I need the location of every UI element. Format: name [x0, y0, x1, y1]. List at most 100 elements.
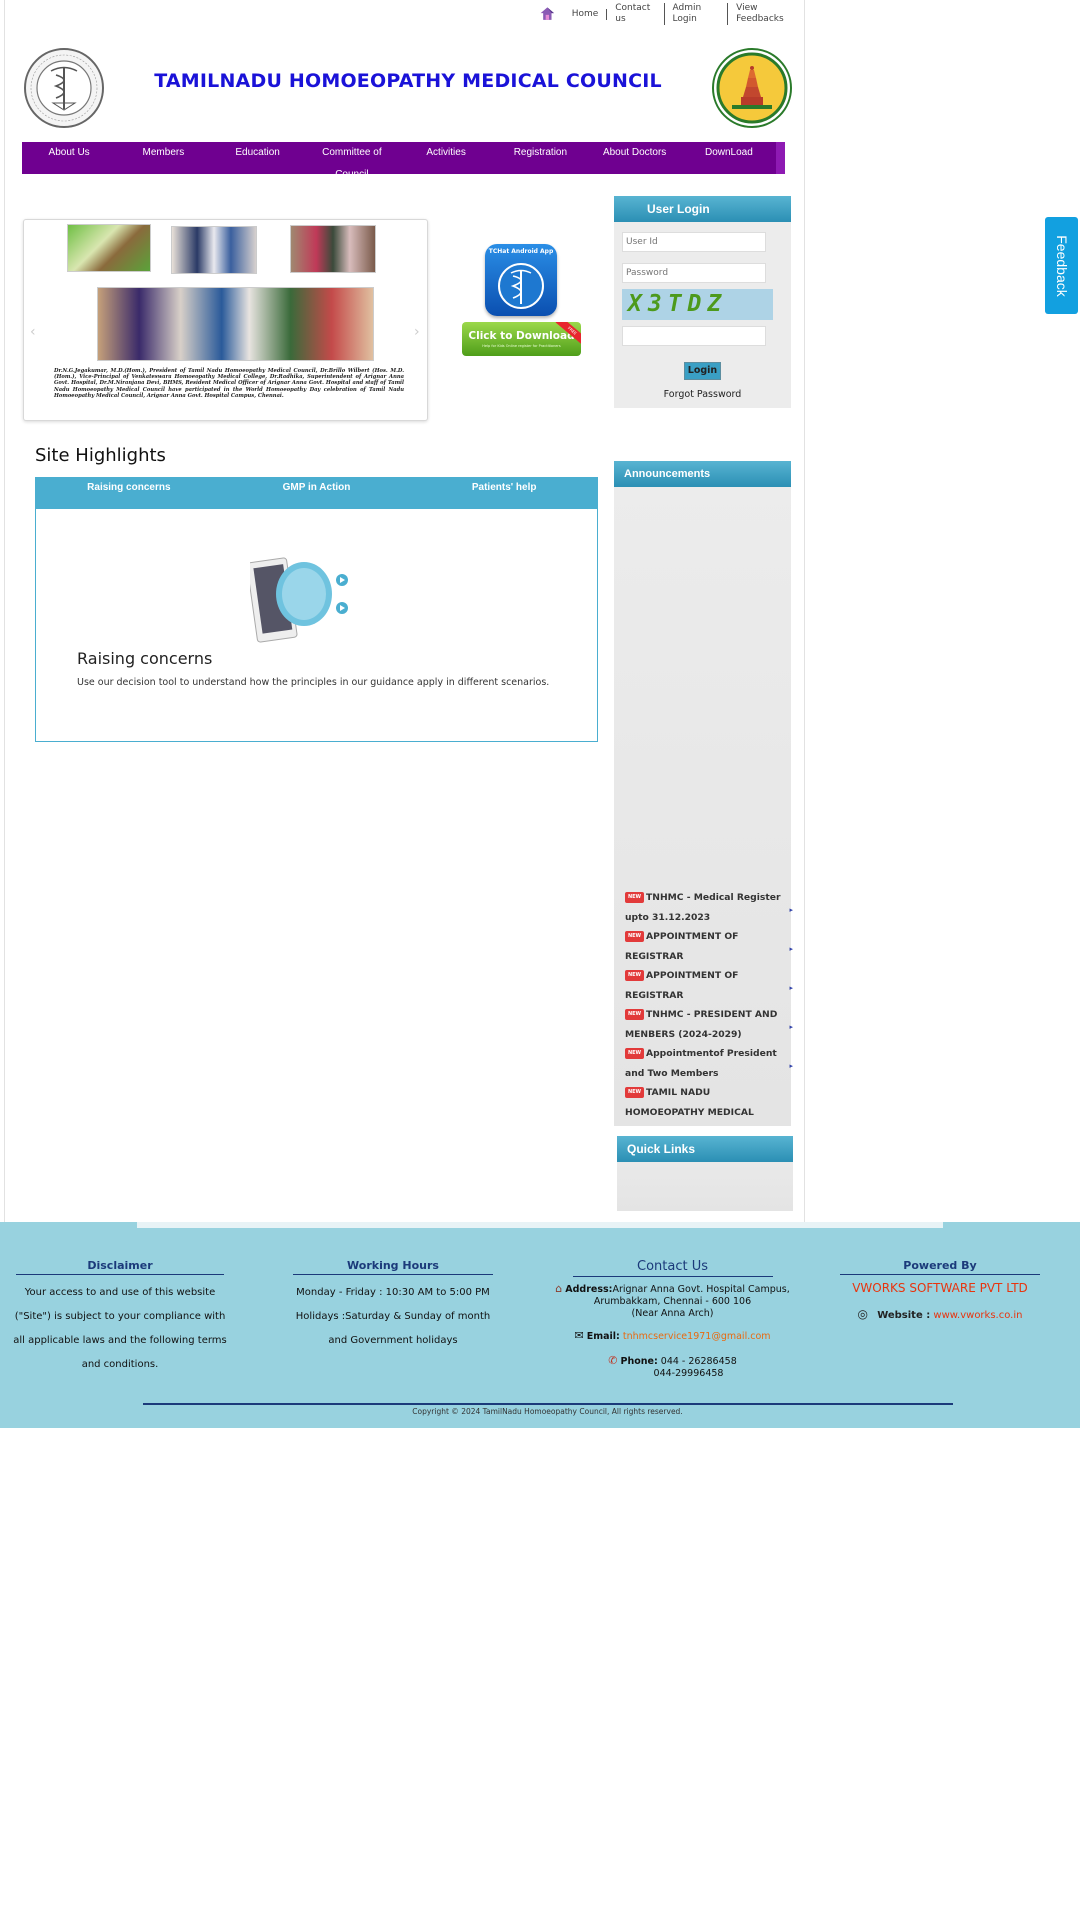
chevron-right-icon: ▸	[789, 984, 793, 992]
announcement-item[interactable]: NEW APPOINTMENT OF REGISTRAR ▸	[625, 927, 793, 966]
working-hours-title: Working Hours	[293, 1259, 493, 1275]
announcements-list: NEW TNHMC - Medical Register upto 31.12.2…	[625, 888, 793, 1122]
announcement-item[interactable]: NEW APPOINTMENT OF REGISTRAR ▸	[625, 966, 793, 1005]
quick-links-title: Quick Links	[617, 1136, 793, 1162]
footer-contact: Contact Us ⌂ Address:Arignar Anna Govt. …	[545, 1259, 800, 1380]
phone-number-1: 044 - 26286458	[660, 1356, 737, 1367]
email-label: Email:	[586, 1331, 620, 1342]
chevron-right-icon: ▸	[789, 1023, 793, 1031]
chevron-right-icon: ▸	[789, 945, 793, 953]
photo-slider[interactable]: ‹ › Dr.N.G.Jegakumar, M.D.(Hom.), Presid…	[23, 219, 428, 421]
main-nav: About Us Members Education Committee of …	[22, 142, 785, 180]
slider-next-arrow[interactable]: ›	[414, 324, 420, 340]
address-line1: Arignar Anna Govt. Hospital Campus,	[612, 1284, 790, 1295]
download-button-sublabel: Help for Kids Online register for Practi…	[482, 344, 561, 348]
tab-patients-help[interactable]: Patients' help	[410, 477, 598, 509]
home-link[interactable]: Home	[564, 8, 608, 20]
tab-gmp-in-action[interactable]: GMP in Action	[223, 477, 411, 509]
disclaimer-text: Your access to and use of this website (…	[13, 1287, 227, 1370]
phone-icon: ✆	[608, 1354, 618, 1367]
new-badge-icon: NEW	[625, 1087, 644, 1098]
copyright-text: Copyright © 2024 TamilNadu Homoeopathy C…	[412, 1407, 683, 1416]
announcement-text: TNHMC - Medical Register upto 31.12.2023	[625, 892, 781, 923]
new-badge-icon: NEW	[625, 892, 644, 903]
user-id-input[interactable]	[622, 232, 766, 252]
new-badge-icon: NEW	[625, 931, 644, 942]
site-highlights-title: Site Highlights	[35, 445, 166, 466]
new-badge-icon: NEW	[625, 1009, 644, 1020]
slider-caption: Dr.N.G.Jegakumar, M.D.(Hom.), President …	[54, 368, 404, 399]
tab-raising-concerns[interactable]: Raising concerns	[35, 477, 223, 509]
announcement-item[interactable]: NEW TAMIL NADU HOMOEOPATHY MEDICAL	[625, 1083, 785, 1122]
working-hours-weekday: Monday - Friday : 10:30 AM to 5:00 PM	[296, 1287, 490, 1298]
website-label: Website :	[877, 1310, 931, 1321]
footer-working-hours: Working Hours Monday - Friday : 10:30 AM…	[290, 1259, 496, 1353]
nav-members[interactable]: Members	[116, 142, 210, 174]
chevron-right-icon: ▸	[789, 1062, 793, 1070]
footer-powered-by: Powered By VWORKS SOFTWARE PVT LTD ◎ Web…	[840, 1259, 1040, 1321]
nav-education[interactable]: Education	[211, 142, 305, 174]
feedback-tab[interactable]: Feedback	[1045, 217, 1078, 314]
nav-committee[interactable]: Committee of Council	[305, 142, 399, 180]
site-highlights-content: Raising concerns Use our decision tool t…	[35, 509, 598, 742]
view-feedbacks-link[interactable]: View Feedbacks	[728, 3, 804, 25]
captcha-text: X3TDZ	[628, 291, 728, 317]
address-label: Address:	[565, 1284, 613, 1295]
email-link[interactable]: tnhmcservice1971@gmail.com	[623, 1331, 771, 1342]
announcement-text: TNHMC - PRESIDENT AND MENBERS (2024-2029…	[625, 1009, 778, 1040]
council-seal-logo	[24, 48, 104, 128]
announcements-title: Announcements	[614, 461, 791, 487]
slider-thumbnail[interactable]	[171, 226, 257, 274]
nav-registration[interactable]: Registration	[493, 142, 587, 174]
forgot-password-link[interactable]: Forgot Password	[614, 389, 791, 400]
footer: Disclaimer Your access to and use of thi…	[0, 1222, 1080, 1428]
login-panel-title: User Login	[614, 196, 791, 222]
login-button[interactable]: Login	[684, 362, 721, 380]
footer-disclaimer: Disclaimer Your access to and use of thi…	[10, 1259, 230, 1377]
home-icon[interactable]	[539, 4, 556, 24]
address-icon: ⌂	[555, 1282, 563, 1295]
slider-thumbnail[interactable]	[290, 225, 376, 273]
contact-title: Contact Us	[572, 1259, 773, 1277]
download-app-button[interactable]: Click to Download Help for Kids Online r…	[462, 322, 581, 356]
globe-icon: ◎	[857, 1307, 868, 1321]
announcement-item[interactable]: NEW TNHMC - PRESIDENT AND MENBERS (2024-2…	[625, 1005, 793, 1044]
password-input[interactable]	[622, 263, 766, 283]
powered-by-company: VWORKS SOFTWARE PVT LTD	[852, 1281, 1028, 1295]
email-row: ✉ Email: tnhmcservice1971@gmail.com	[545, 1330, 800, 1343]
announcement-text: TAMIL NADU HOMOEOPATHY MEDICAL	[625, 1087, 754, 1118]
nav-about-doctors[interactable]: About Doctors	[588, 142, 682, 174]
address-line3: (Near Anna Arch)	[631, 1308, 714, 1319]
highlight-description: Use our decision tool to understand how …	[77, 677, 550, 688]
admin-login-link[interactable]: Admin Login	[665, 3, 729, 25]
address-row: ⌂ Address:Arignar Anna Govt. Hospital Ca…	[545, 1283, 800, 1296]
slider-main-photo	[97, 287, 374, 361]
nav-activities[interactable]: Activities	[399, 142, 493, 174]
main-container: Home Contact us Admin Login View Feedbac…	[4, 0, 805, 1222]
address-line2: Arumbakkam, Chennai - 600 106	[593, 1296, 752, 1307]
captcha-image: X3TDZ	[622, 289, 773, 320]
nav-about-us[interactable]: About Us	[22, 142, 116, 174]
caduceus-icon	[498, 263, 544, 309]
site-title: TAMILNADU HOMOEOPATHY MEDICAL COUNCIL	[154, 70, 662, 92]
copyright-divider	[143, 1403, 953, 1405]
captcha-input[interactable]	[622, 326, 766, 346]
working-hours-holidays: Holidays :Saturday & Sunday of month and…	[295, 1311, 491, 1346]
announcement-item[interactable]: NEW TNHMC - Medical Register upto 31.12.2…	[625, 888, 793, 927]
announcement-item[interactable]: NEW Appointmentof President and Two Membe…	[625, 1044, 793, 1083]
quick-links-panel: Quick Links	[617, 1136, 793, 1211]
new-badge-icon: NEW	[625, 970, 644, 981]
slider-thumbnail[interactable]	[67, 224, 151, 272]
nav-download[interactable]: DownLoad	[682, 142, 776, 174]
website-link[interactable]: www.vworks.co.in	[933, 1310, 1022, 1321]
phone-row: ✆ Phone: 044 - 26286458	[545, 1355, 800, 1368]
top-links-bar: Home Contact us Admin Login View Feedbac…	[539, 3, 804, 25]
raising-concerns-illustration	[250, 557, 348, 643]
new-badge-icon: NEW	[625, 1048, 644, 1059]
contact-us-link[interactable]: Contact us	[607, 3, 665, 25]
slider-prev-arrow[interactable]: ‹	[30, 324, 36, 340]
highlight-heading: Raising concerns	[77, 649, 213, 668]
android-app-icon[interactable]: TCHat Android App	[485, 244, 557, 316]
footer-divider	[137, 1222, 943, 1228]
download-button-label: Click to Download	[468, 330, 575, 342]
